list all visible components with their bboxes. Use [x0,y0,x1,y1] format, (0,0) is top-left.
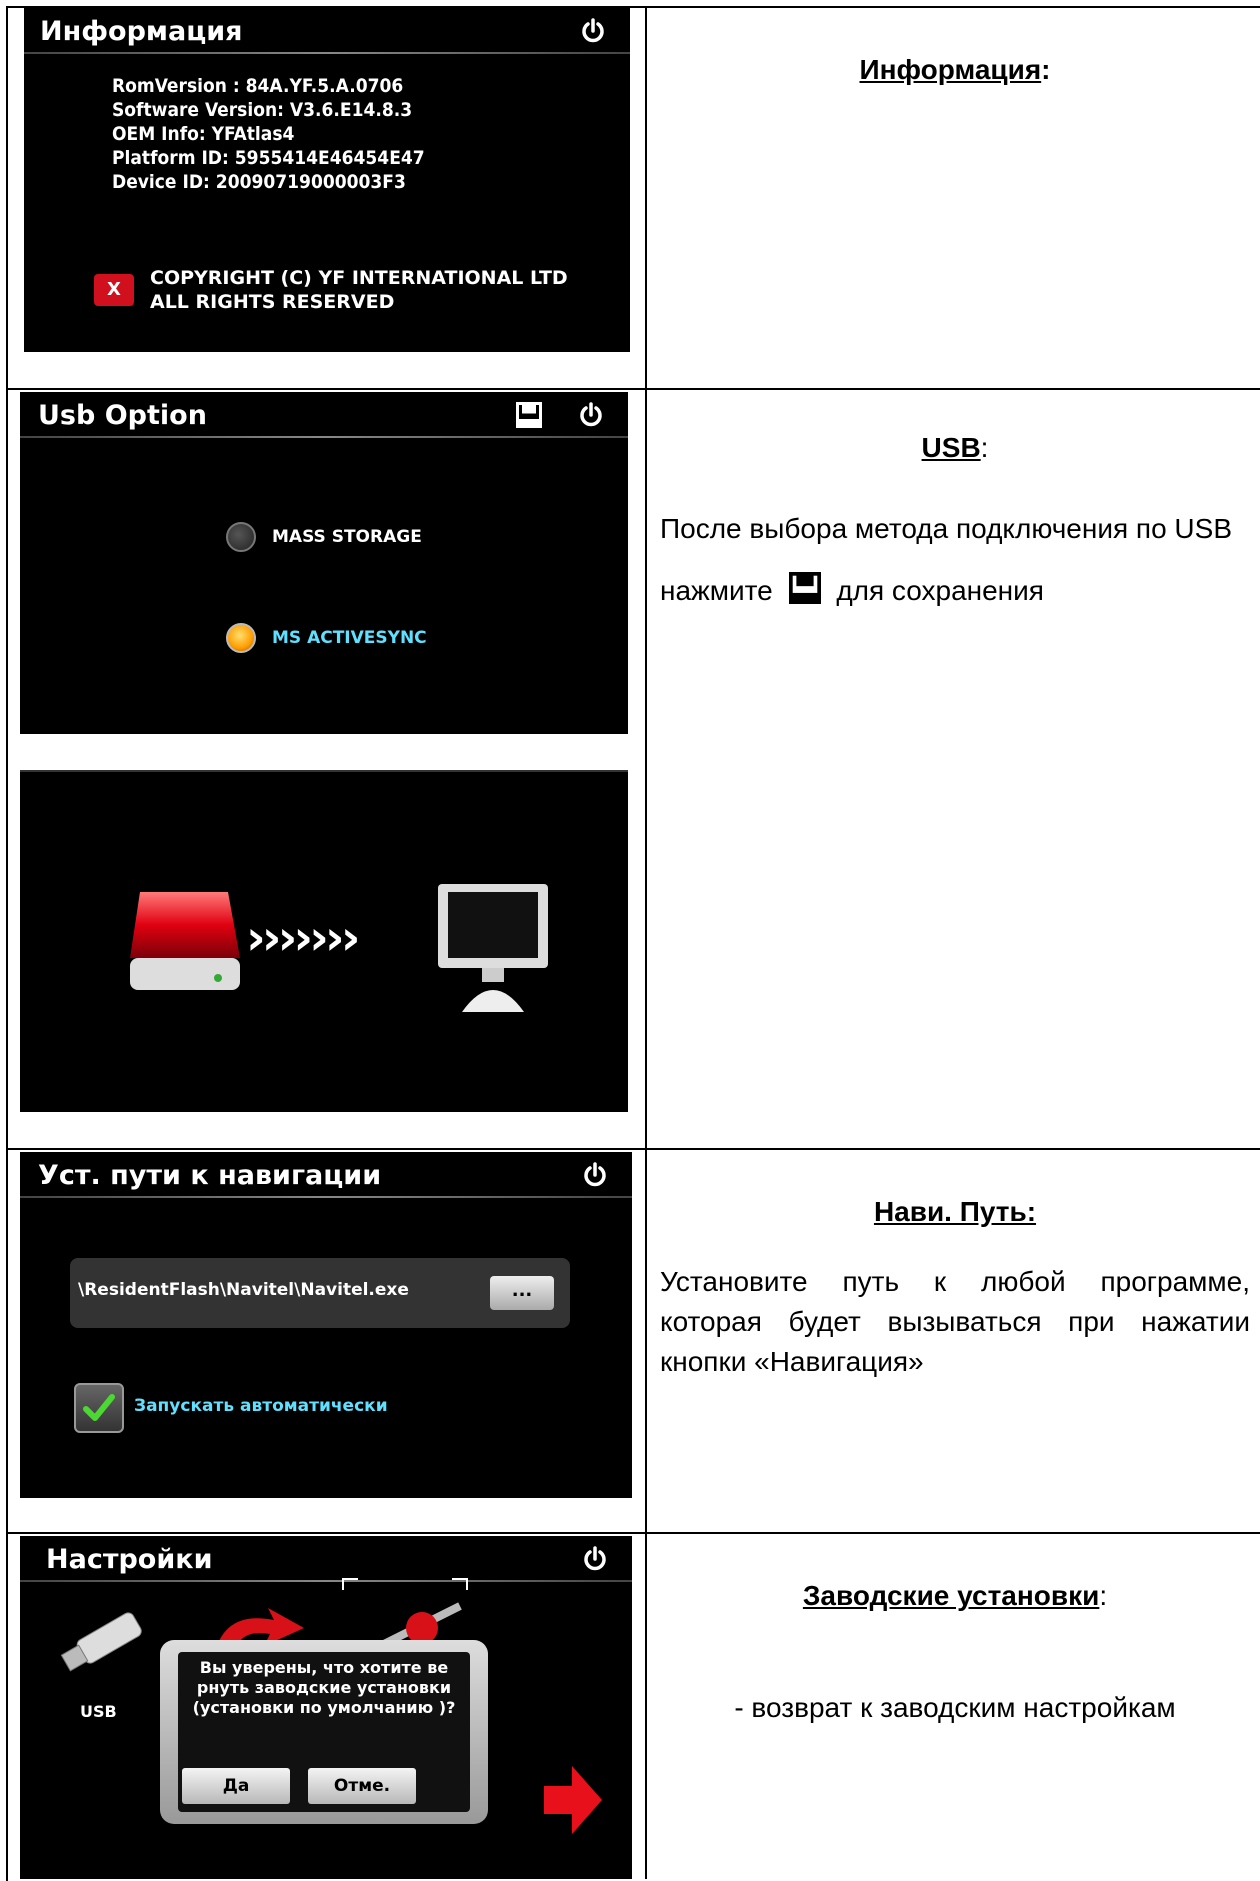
power-icon[interactable] [582,1546,608,1572]
device-id: Device ID: 20090719000003F3 [112,171,406,193]
next-arrow-icon[interactable] [540,1764,604,1836]
info-screen: Информация RomVersion : 84A.YF.5.A.0706 … [24,8,630,352]
title-divider [20,770,628,772]
screen-title: Usb Option [38,400,207,431]
usb-option-screen: Usb Option MASS STORAGE MS ACTIVESYNC [20,392,628,734]
screen-title: Уст. пути к навигации [38,1160,382,1191]
usb-connect-screen: ››››››› [20,770,628,1112]
settings-screen: Настройки USB Вы уверены, что хотите ве … [20,1536,632,1879]
title-divider [24,52,630,54]
usb-description: После выбора метода подключения по USB н… [660,513,1233,606]
usb-heading: USB: [921,432,989,463]
nav-description: Установите путь к любой программе, котор… [660,1266,1250,1377]
cancel-button[interactable]: Отме. [308,1768,416,1804]
focus-corner [342,1578,358,1590]
power-icon[interactable] [578,402,604,428]
nav-heading: Нави. Путь: [873,1196,1037,1227]
activesync-radio[interactable] [226,623,256,653]
nav-path-screen: Уст. пути к навигации \ResidentFlash\Nav… [20,1152,632,1498]
copyright: COPYRIGHT (C) YF INTERNATIONAL LTD ALL R… [150,266,568,314]
oem-info: OEM Info: YFAtlas4 [112,123,295,145]
reset-heading: Заводские установки: [802,1580,1108,1611]
software-version: Software Version: V3.6.E14.8.3 [112,99,413,121]
checkmark-icon [83,1394,115,1421]
usb-stick-icon[interactable] [56,1606,152,1676]
platform-id: Platform ID: 5955414E46454E47 [112,147,425,169]
title-divider [20,436,628,438]
power-icon[interactable] [582,1162,608,1188]
rights-line: ALL RIGHTS RESERVED [150,291,395,313]
title-divider [20,1196,632,1198]
version-info: RomVersion : 84A.YF.5.A.0706 Software Ve… [112,74,425,194]
column-divider [645,6,647,1879]
autostart-label: Запускать автоматически [134,1396,388,1416]
reset-description: - возврат к заводским настройкам [734,1692,1176,1723]
company-logo: X [94,274,134,306]
browse-button[interactable]: ... [490,1276,554,1310]
screen-title: Настройки [46,1544,213,1575]
save-icon [788,571,821,604]
power-icon[interactable] [580,18,606,44]
activesync-label: MS ACTIVESYNC [272,628,427,648]
drive-icon [130,892,240,990]
title-divider [20,1580,632,1582]
mass-storage-label: MASS STORAGE [272,527,422,547]
yes-button[interactable]: Да [182,1768,290,1804]
row-divider [6,1532,1260,1534]
row-divider [6,1148,1260,1150]
dialog-message: Вы уверены, что хотите ве рнуть заводски… [192,1658,456,1717]
info-heading: Информация: [859,54,1051,85]
path-value: \ResidentFlash\Navitel\Navitel.exe [78,1280,409,1300]
row-divider [6,388,1260,390]
save-icon[interactable] [516,402,542,428]
copyright-line: COPYRIGHT (C) YF INTERNATIONAL LTD [150,267,568,289]
rom-version: RomVersion : 84A.YF.5.A.0706 [112,75,404,97]
confirm-dialog: Вы уверены, что хотите ве рнуть заводски… [160,1640,488,1824]
monitor-icon [438,884,548,1012]
focus-corner [452,1578,468,1590]
usb-label: USB [80,1702,117,1721]
transfer-arrows: ››››››› [246,910,360,966]
screen-title: Информация [40,16,243,47]
autostart-checkbox[interactable] [74,1383,124,1433]
dialog-body: Вы уверены, что хотите ве рнуть заводски… [178,1652,470,1812]
mass-storage-radio[interactable] [226,522,256,552]
path-field[interactable]: \ResidentFlash\Navitel\Navitel.exe ... [70,1258,570,1328]
